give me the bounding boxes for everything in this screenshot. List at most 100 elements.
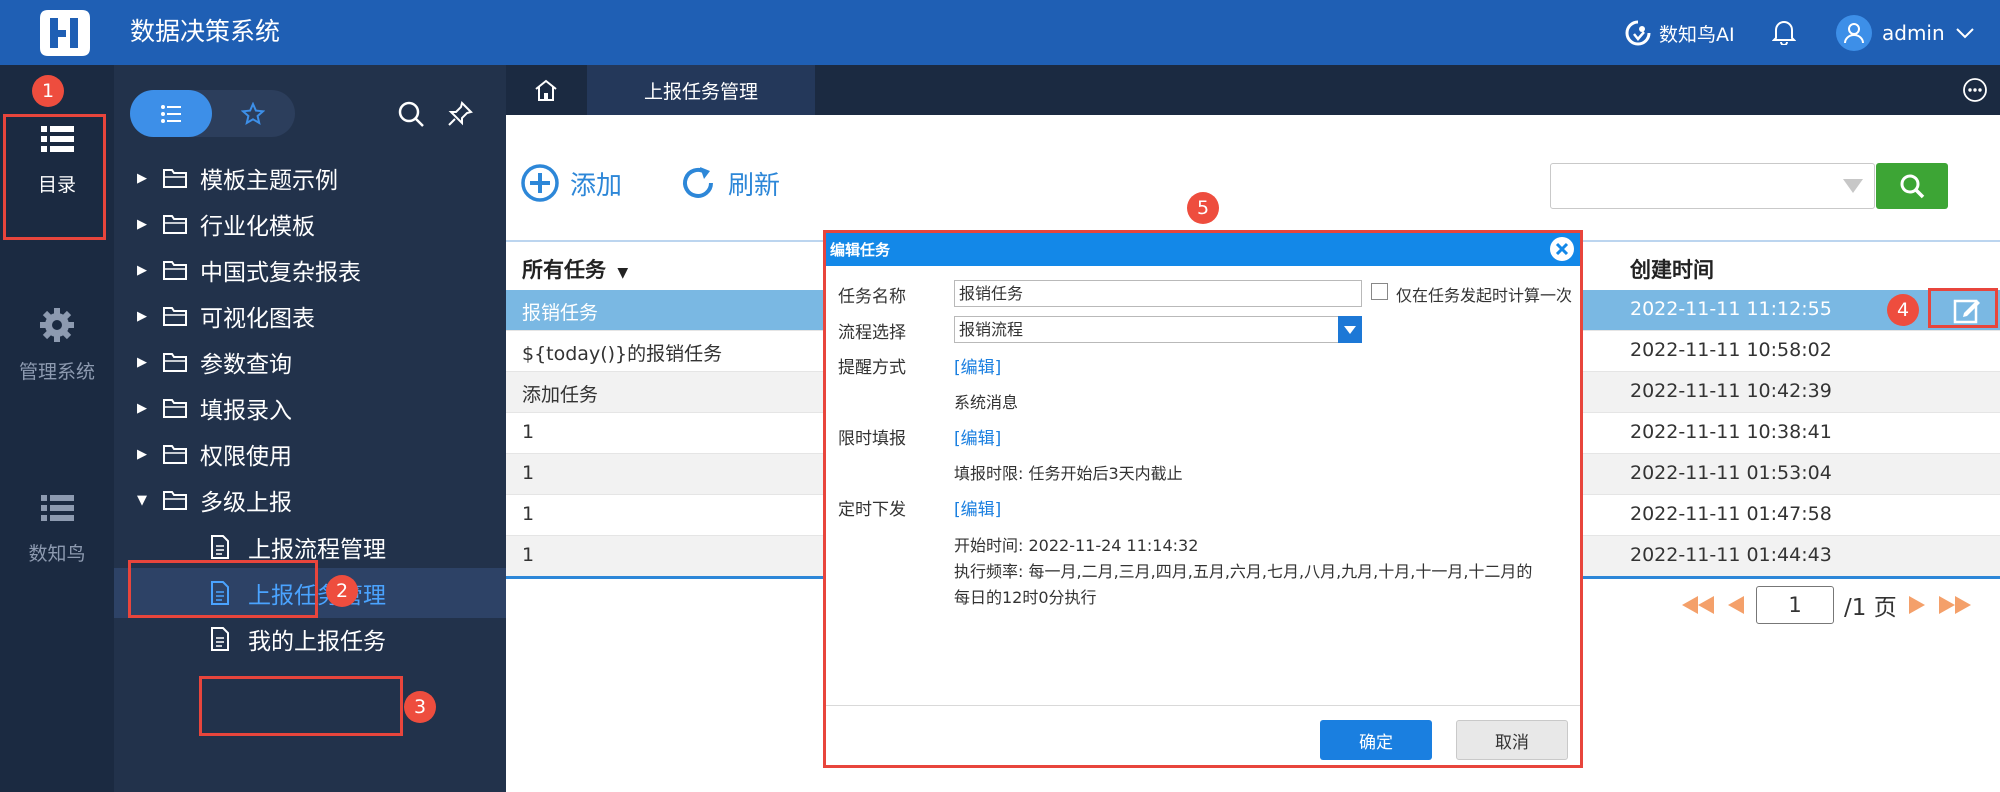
column-header-all-tasks[interactable]: 所有任务 ▼: [522, 254, 628, 284]
tree-folder-chinese-reports[interactable]: ▶ 中国式复杂报表: [114, 245, 506, 295]
ai-assistant-link[interactable]: 数知鸟AI: [1625, 18, 1735, 48]
notification-bell-icon[interactable]: [1772, 19, 1796, 45]
annotation-badge: 2: [326, 575, 358, 607]
more-options-icon[interactable]: [1962, 77, 1988, 103]
task-name-cell: 1: [522, 421, 535, 443]
document-icon: [210, 627, 230, 651]
highlight-box-multilevel: [128, 560, 318, 618]
schedule-edit-link[interactable]: [编辑]: [954, 495, 1001, 520]
add-label: 添加: [570, 170, 623, 201]
add-task-button[interactable]: 添加: [520, 162, 622, 204]
list-view-button[interactable]: [130, 90, 212, 137]
tab-home[interactable]: [506, 65, 586, 115]
remind-method-label: 提醒方式: [838, 358, 906, 378]
rail-label: 管理系统: [18, 361, 95, 383]
annotation-badge: 1: [32, 75, 64, 107]
user-menu[interactable]: admin: [1836, 13, 1975, 53]
caret-right-icon: ▶: [137, 400, 147, 416]
dropdown-triangle-icon[interactable]: [1842, 178, 1864, 194]
caret-right-icon: ▶: [137, 262, 147, 278]
tree-node-label: 中国式复杂报表: [200, 260, 361, 286]
task-name-input[interactable]: 报销任务: [954, 280, 1362, 307]
tree-folder-template-themes[interactable]: ▶ 模板主题示例: [114, 153, 506, 203]
folder-icon: [162, 351, 188, 373]
rail-item-management[interactable]: 管理系统: [0, 305, 114, 384]
remind-edit-link[interactable]: [编辑]: [954, 353, 1001, 378]
bird-icon: [1625, 20, 1651, 46]
flow-select[interactable]: 报销流程: [954, 316, 1362, 343]
annotation-badge: 3: [404, 691, 436, 723]
calculate-once-checkbox[interactable]: [1371, 283, 1388, 300]
edit-task-dialog: 编辑任务 任务名称 报销任务 仅在任务发起时计算一次 流程选择 报销流程 提醒方…: [823, 230, 1583, 768]
pagination: 1 /1 页: [1680, 586, 1973, 624]
caret-right-icon: ▶: [137, 308, 147, 324]
search-button[interactable]: [1876, 163, 1948, 209]
highlight-box-edit: [1928, 288, 1998, 328]
schedule-start: 开始时间: 2022-11-24 11:14:32: [954, 536, 1199, 555]
dialog-footer: 确定 取消: [826, 705, 1580, 765]
annotation-badge: 5: [1187, 192, 1219, 224]
folder-icon: [162, 443, 188, 465]
time-limit-edit-link[interactable]: [编辑]: [954, 424, 1001, 449]
list-icon: [160, 104, 182, 124]
search-icon: [1898, 172, 1926, 200]
confirm-button[interactable]: 确定: [1320, 720, 1432, 760]
created-time-cell: 2022-11-11 11:12:55: [1630, 298, 1832, 320]
task-name-label: 任务名称: [838, 287, 906, 307]
folder-icon: [162, 213, 188, 235]
avatar: [1836, 15, 1872, 51]
rail-label: 数知鸟: [28, 543, 86, 565]
list-icon: [37, 487, 77, 527]
next-page-icon[interactable]: [1907, 594, 1927, 616]
cancel-button[interactable]: 取消: [1456, 720, 1568, 760]
home-icon: [533, 78, 559, 102]
dialog-header: 编辑任务: [826, 233, 1580, 266]
created-time-cell: 2022-11-11 01:44:43: [1630, 544, 1832, 566]
search-input[interactable]: [1550, 163, 1875, 209]
rail-item-shuzhiniao[interactable]: 数知鸟: [0, 487, 114, 566]
tree-node-label: 可视化图表: [200, 306, 315, 332]
tree-folder-visual-charts[interactable]: ▶ 可视化图表: [114, 291, 506, 341]
tree-node-label: 多级上报: [200, 490, 292, 516]
task-name-cell: 1: [522, 544, 535, 566]
tree-node-label: 模板主题示例: [200, 168, 338, 194]
search-icon[interactable]: [397, 100, 425, 128]
ai-label: 数知鸟AI: [1659, 23, 1735, 46]
column-header-created-time: 创建时间: [1630, 258, 1714, 282]
tab-bar: 上报任务管理: [506, 65, 2000, 115]
prev-page-icon[interactable]: [1726, 594, 1746, 616]
folder-icon: [162, 305, 188, 327]
tree-folder-permissions[interactable]: ▶ 权限使用: [114, 429, 506, 479]
folder-icon: [162, 397, 188, 419]
tree-item-my-report-tasks[interactable]: 我的上报任务: [114, 614, 506, 664]
first-page-icon[interactable]: [1680, 594, 1716, 616]
tab-report-task-management[interactable]: 上报任务管理: [587, 65, 815, 115]
time-limit-label: 限时填报: [838, 429, 906, 449]
gear-icon: [37, 305, 77, 345]
created-time-cell: 2022-11-11 10:58:02: [1630, 339, 1832, 361]
task-name-cell: 报销任务: [522, 302, 599, 324]
tree-folder-parameter-query[interactable]: ▶ 参数查询: [114, 337, 506, 387]
close-icon[interactable]: [1549, 236, 1575, 262]
favorites-button[interactable]: [212, 90, 294, 137]
tree-folder-data-entry[interactable]: ▶ 填报录入: [114, 383, 506, 433]
highlight-box-task-management: [199, 676, 403, 736]
created-time-cell: 2022-11-11 01:53:04: [1630, 462, 1832, 484]
page-number-input[interactable]: 1: [1756, 586, 1834, 624]
refresh-button[interactable]: 刷新: [678, 162, 780, 204]
top-bar: 数据决策系统 数知鸟AI admin: [0, 0, 2000, 65]
schedule-label: 定时下发: [838, 500, 906, 520]
tree-node-label: 我的上报任务: [248, 629, 386, 655]
tree-folder-industry-templates[interactable]: ▶ 行业化模板: [114, 199, 506, 249]
pin-icon[interactable]: [446, 100, 474, 128]
tree-folder-multilevel-report[interactable]: ▼ 多级上报: [114, 475, 506, 525]
caret-down-icon: ▼: [617, 265, 629, 281]
tree-node-label: 行业化模板: [200, 214, 315, 240]
tree-node-label: 权限使用: [200, 444, 292, 470]
folder-icon: [162, 259, 188, 281]
dropdown-arrow-icon[interactable]: [1338, 316, 1362, 343]
annotation-badge: 4: [1887, 294, 1919, 326]
tree-node-label: 上报流程管理: [248, 537, 386, 563]
last-page-icon[interactable]: [1937, 594, 1973, 616]
calculate-once-label: 仅在任务发起时计算一次: [1396, 286, 1573, 305]
